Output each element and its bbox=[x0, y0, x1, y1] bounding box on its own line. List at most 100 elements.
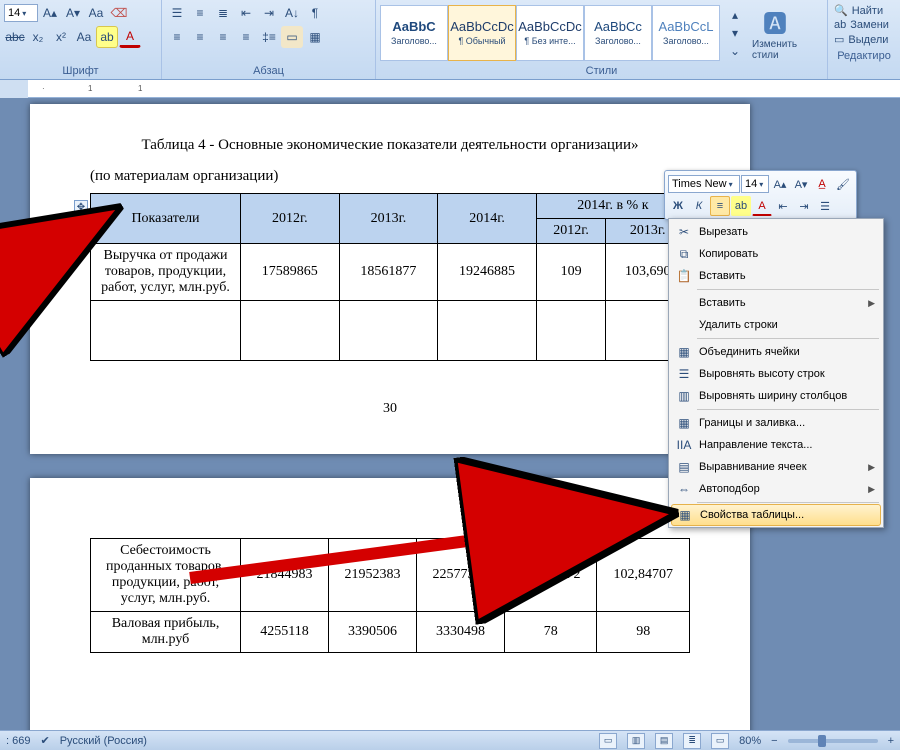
view-print-icon[interactable]: ▭ bbox=[599, 733, 617, 749]
line-spacing-icon[interactable]: ‡≡ bbox=[258, 26, 280, 48]
view-draft-icon[interactable]: ▭ bbox=[711, 733, 729, 749]
zoom-out-icon[interactable]: − bbox=[771, 735, 777, 747]
zoom-in-icon[interactable]: + bbox=[888, 735, 894, 747]
styles-scroll-down-icon[interactable]: ▾ bbox=[724, 24, 746, 42]
status-language[interactable]: Русский (Россия) bbox=[60, 735, 147, 747]
align-right-icon[interactable]: ≡ bbox=[212, 26, 234, 48]
mini-fontcolor-icon[interactable]: A bbox=[752, 196, 772, 216]
dist-cols-icon: ▥ bbox=[673, 386, 695, 406]
context-menu[interactable]: ✂Вырезать ⧉Копировать 📋Вставить Вставить… bbox=[668, 218, 884, 528]
strike-icon[interactable]: abc bbox=[4, 26, 26, 48]
shrink-font-icon[interactable]: A▾ bbox=[62, 2, 84, 24]
font-size-combo[interactable]: 14▾ bbox=[4, 4, 38, 22]
justify-icon[interactable]: ≡ bbox=[235, 26, 257, 48]
ctx-dist-cols[interactable]: ▥Выровнять ширину столбцов bbox=[671, 385, 881, 407]
status-bar: : 669 ✔ Русский (Россия) ▭ ▥ ▤ ≣ ▭ 80% −… bbox=[0, 730, 900, 750]
table-row[interactable] bbox=[91, 301, 690, 361]
subscript-icon[interactable]: x₂ bbox=[27, 26, 49, 48]
styles-scroll-up-icon[interactable]: ▴ bbox=[724, 6, 746, 24]
autofit-icon: ⇔ bbox=[673, 479, 695, 499]
font-color-icon[interactable]: A bbox=[119, 26, 141, 48]
sort-icon[interactable]: A↓ bbox=[281, 2, 303, 24]
grow-font-icon[interactable]: A▴ bbox=[39, 2, 61, 24]
multilevel-icon[interactable]: ≣ bbox=[212, 2, 234, 24]
mini-outdent-icon[interactable]: ⇤ bbox=[773, 196, 793, 216]
page-2: Себестоимость проданных товаров, продукц… bbox=[30, 478, 750, 730]
mini-size-combo[interactable]: 14▾ bbox=[741, 175, 769, 193]
ctx-insert[interactable]: Вставить▶ bbox=[671, 292, 881, 314]
shading-icon[interactable]: ▭ bbox=[281, 26, 303, 48]
align-left-icon[interactable]: ≡ bbox=[166, 26, 188, 48]
replace-button[interactable]: abЗамени bbox=[834, 19, 894, 31]
mini-font-combo[interactable]: Times New▾ bbox=[668, 175, 740, 193]
zoom-level[interactable]: 80% bbox=[739, 735, 761, 747]
select-button[interactable]: ▭Выдели bbox=[834, 33, 894, 46]
economic-table-top[interactable]: Показатели 2012г. 2013г. 2014г. 2014г. в… bbox=[90, 193, 690, 361]
style-heading2[interactable]: AaBbCc Заголово... bbox=[584, 5, 652, 61]
view-web-icon[interactable]: ▤ bbox=[655, 733, 673, 749]
page-1: ✥ Таблица 4 - Основные экономические пок… bbox=[30, 104, 750, 454]
ctx-merge[interactable]: ▦Объединить ячейки bbox=[671, 341, 881, 363]
mini-format-painter-icon[interactable]: 🖌 bbox=[833, 174, 853, 194]
ctx-cut[interactable]: ✂Вырезать bbox=[671, 221, 881, 243]
horizontal-ruler[interactable]: · 1 1 bbox=[28, 80, 900, 98]
ctx-dist-rows[interactable]: ☰Выровнять высоту строк bbox=[671, 363, 881, 385]
table-move-handle[interactable]: ✥ bbox=[74, 200, 88, 214]
clear-format-icon[interactable]: ⌫ bbox=[108, 2, 130, 24]
outdent-icon[interactable]: ⇤ bbox=[235, 2, 257, 24]
styles-more-icon[interactable]: ⌄ bbox=[724, 42, 746, 60]
style-heading3[interactable]: AaBbCcL Заголово... bbox=[652, 5, 720, 61]
style-nospacing[interactable]: AaBbCcDc ¶ Без инте... bbox=[516, 5, 584, 61]
bullets-icon[interactable]: ☰ bbox=[166, 2, 188, 24]
view-read-icon[interactable]: ▥ bbox=[627, 733, 645, 749]
ctx-delete-rows[interactable]: Удалить строки bbox=[671, 314, 881, 336]
style-heading1[interactable]: AaBbC Заголово... bbox=[380, 5, 448, 61]
change-case-icon[interactable]: Aa bbox=[85, 2, 107, 24]
ctx-properties[interactable]: ▦Свойства таблицы... bbox=[671, 504, 881, 526]
th-2012[interactable]: 2012г. bbox=[241, 194, 340, 244]
mini-shrink-icon[interactable]: A▾ bbox=[791, 174, 811, 194]
ribbon-label-editing: Редактиро bbox=[832, 48, 896, 64]
numbering-icon[interactable]: ≡ bbox=[189, 2, 211, 24]
highlight-icon[interactable]: ab bbox=[96, 26, 118, 48]
zoom-slider[interactable] bbox=[788, 739, 878, 743]
mini-toolbar[interactable]: Times New▾ 14▾ A▴ A▾ A̲ 🖌 Ж К ≡ ab A ⇤ ⇥… bbox=[664, 170, 857, 220]
ctx-copy[interactable]: ⧉Копировать bbox=[671, 243, 881, 265]
status-spellcheck-icon[interactable]: ✔ bbox=[40, 734, 49, 747]
th-indicators[interactable]: Показатели bbox=[91, 194, 241, 244]
styles-gallery[interactable]: AaBbC Заголово... AaBbCcDc ¶ Обычный AaB… bbox=[380, 5, 720, 61]
table-row[interactable]: Валовая прибыль, млн.руб 4255118 3390506… bbox=[91, 612, 690, 653]
mini-highlight-icon[interactable]: ab bbox=[731, 196, 751, 216]
style-normal[interactable]: AaBbCcDc ¶ Обычный bbox=[448, 5, 516, 61]
paste-icon: 📋 bbox=[673, 266, 695, 286]
text-effects-icon[interactable]: Aa bbox=[73, 26, 95, 48]
mini-bold-icon[interactable]: Ж bbox=[668, 196, 688, 216]
ctx-text-direction[interactable]: IIAНаправление текста... bbox=[671, 434, 881, 456]
mini-styles-icon[interactable]: A̲ bbox=[812, 174, 832, 194]
ctx-align[interactable]: ▤Выравнивание ячеек▶ bbox=[671, 456, 881, 478]
superscript-icon[interactable]: x² bbox=[50, 26, 72, 48]
mini-indent-icon[interactable]: ⇥ bbox=[794, 196, 814, 216]
show-marks-icon[interactable]: ¶ bbox=[304, 2, 326, 24]
mini-align-icon[interactable]: ≡ bbox=[710, 196, 730, 216]
th-2014[interactable]: 2014г. bbox=[438, 194, 537, 244]
th-pct-2012[interactable]: 2012г. bbox=[536, 219, 606, 244]
status-words[interactable]: : 669 bbox=[6, 735, 30, 747]
mini-italic-icon[interactable]: К bbox=[689, 196, 709, 216]
th-2013[interactable]: 2013г. bbox=[339, 194, 438, 244]
table-row[interactable]: Выручка от продажи товаров, продукции, р… bbox=[91, 244, 690, 301]
change-styles-button[interactable]: 🅰 Изменить стили bbox=[750, 2, 800, 63]
ctx-paste[interactable]: 📋Вставить bbox=[671, 265, 881, 287]
indent-icon[interactable]: ⇥ bbox=[258, 2, 280, 24]
economic-table-bottom[interactable]: Себестоимость проданных товаров, продукц… bbox=[90, 538, 690, 653]
view-outline-icon[interactable]: ≣ bbox=[683, 733, 701, 749]
mini-grow-icon[interactable]: A▴ bbox=[770, 174, 790, 194]
ctx-borders[interactable]: ▦Границы и заливка... bbox=[671, 412, 881, 434]
cell-align-icon: ▤ bbox=[673, 457, 695, 477]
find-button[interactable]: 🔍Найти bbox=[834, 4, 894, 17]
ctx-autofit[interactable]: ⇔Автоподбор▶ bbox=[671, 478, 881, 500]
align-center-icon[interactable]: ≡ bbox=[189, 26, 211, 48]
borders-icon[interactable]: ▦ bbox=[304, 26, 326, 48]
table-row[interactable]: Себестоимость проданных товаров, продукц… bbox=[91, 539, 690, 612]
mini-bullets-icon[interactable]: ☰ bbox=[815, 196, 835, 216]
